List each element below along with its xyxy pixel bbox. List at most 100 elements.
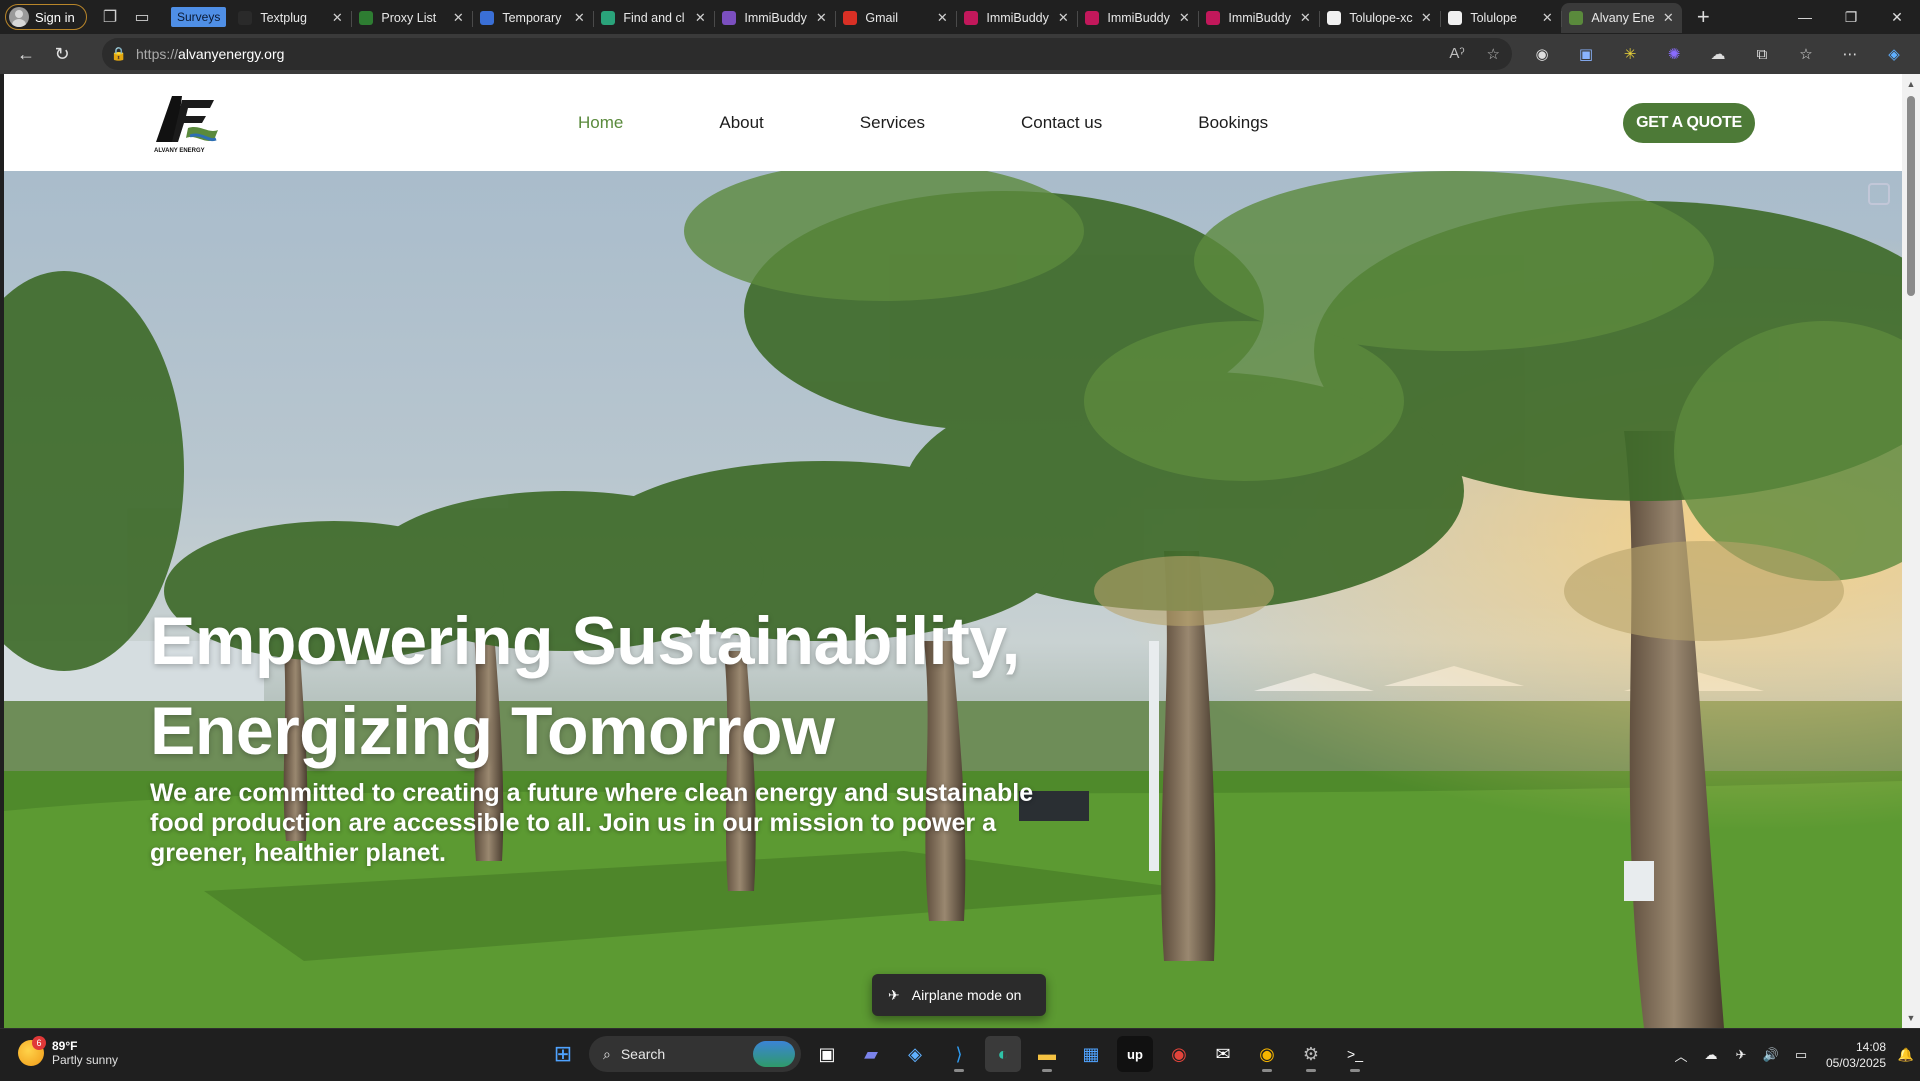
browser-tab[interactable]: ImmiBuddy ✕	[1198, 3, 1319, 33]
search-label: Search	[620, 1046, 666, 1062]
edge-browser-icon[interactable]: ◐	[985, 1036, 1021, 1072]
favorites-icon[interactable]: ☆	[1784, 34, 1828, 74]
start-windows-icon[interactable]: ⊞	[545, 1036, 581, 1072]
tab-surveys[interactable]: Surveys	[171, 7, 227, 27]
address-bar[interactable]: 🔒 https://alvanyenergy.org A͏ˀ ☆	[102, 38, 1512, 70]
nav-contact[interactable]: Contact us	[1021, 113, 1102, 133]
chrome-profile-icon[interactable]: ◉	[1249, 1036, 1285, 1072]
extensions-row: ◉ ▣ ✳ ✺ ☁ ⧉ ☆ ⋯ ◈	[1520, 34, 1916, 74]
extension-purple-icon[interactable]: ✺	[1652, 34, 1696, 74]
tab-favicon-icon	[722, 11, 737, 25]
browser-tab[interactable]: Proxy List ✕	[351, 3, 472, 33]
close-tab-icon[interactable]: ✕	[1539, 10, 1555, 26]
airplane-mode-toast: ✈ Airplane mode on	[872, 974, 1046, 1016]
close-tab-icon[interactable]: ✕	[1660, 10, 1676, 26]
nav-about[interactable]: About	[719, 113, 763, 133]
browser-tab[interactable]: Find and cl ✕	[593, 3, 714, 33]
browser-tab[interactable]: ImmiBuddy ✕	[714, 3, 835, 33]
browser-tab[interactable]: Temporary ✕	[472, 3, 593, 33]
tab-title: ImmiBuddy	[744, 11, 807, 25]
airplane-icon: ✈	[888, 986, 900, 1003]
close-tab-icon[interactable]: ✕	[934, 10, 950, 26]
scroll-down-arrow-icon[interactable]: ▼	[1902, 1010, 1920, 1026]
extensions-puzzle-icon[interactable]: ⧉	[1740, 34, 1784, 74]
taskbar-search[interactable]: ⌕ Search	[589, 1036, 801, 1072]
browser-tab[interactable]: Alvany Ene ✕	[1561, 3, 1683, 33]
terminal-icon[interactable]: >_	[1337, 1036, 1373, 1072]
page-scrollbar[interactable]: ▲ ▼	[1902, 74, 1920, 1028]
settings-more-icon[interactable]: ⋯	[1828, 34, 1872, 74]
file-explorer-icon[interactable]: ▬	[1029, 1036, 1065, 1072]
close-tab-icon[interactable]: ✕	[329, 10, 345, 26]
minimize-button[interactable]: —	[1782, 0, 1828, 34]
copilot-taskbar-icon[interactable]: ◈	[897, 1036, 933, 1072]
tab-title: ImmiBuddy	[1228, 11, 1291, 25]
visual-search-icon[interactable]	[1868, 183, 1890, 205]
extension-circle-icon[interactable]: ◉	[1520, 34, 1564, 74]
extension-cloud-icon[interactable]: ☁	[1696, 34, 1740, 74]
tab-favicon-icon	[480, 11, 495, 25]
window-controls: — ❐ ✕	[1782, 0, 1920, 34]
close-tab-icon[interactable]: ✕	[571, 10, 587, 26]
tab-actions-icon[interactable]: ▭	[127, 2, 157, 32]
nav-home[interactable]: Home	[578, 113, 623, 133]
upwork-icon[interactable]: up	[1117, 1036, 1153, 1072]
alvany-energy-logo[interactable]: ALVANY ENERGY	[152, 90, 222, 154]
search-icon: ⌕	[603, 1045, 611, 1062]
read-aloud-icon[interactable]: A͏ˀ	[1449, 45, 1464, 63]
battery-icon[interactable]: ▭	[1786, 1047, 1816, 1063]
tab-favicon-icon	[359, 11, 374, 25]
browser-tab[interactable]: ImmiBuddy ✕	[956, 3, 1077, 33]
tab-favicon-icon	[1085, 11, 1100, 25]
clock-date: 05/03/2025	[1825, 1056, 1886, 1070]
nav-services[interactable]: Services	[860, 113, 925, 133]
close-tab-icon[interactable]: ✕	[692, 10, 708, 26]
onedrive-cloud-icon[interactable]: ☁	[1696, 1047, 1726, 1063]
teams-chat-icon[interactable]: ▰	[853, 1036, 889, 1072]
vscode-icon[interactable]: ⟩	[941, 1036, 977, 1072]
tab-title: Tolulope	[1470, 11, 1517, 25]
close-tab-icon[interactable]: ✕	[1055, 10, 1071, 26]
browser-tab[interactable]: Gmail ✕	[835, 3, 956, 33]
new-tab-button[interactable]: +	[1688, 2, 1718, 32]
nav-bookings[interactable]: Bookings	[1198, 113, 1268, 133]
close-tab-icon[interactable]: ✕	[450, 10, 466, 26]
signin-button[interactable]: Sign in	[5, 4, 87, 30]
extension-yellow-icon[interactable]: ✳	[1608, 34, 1652, 74]
notifications-bell-icon[interactable]: 🔔	[1892, 1047, 1920, 1063]
browser-tab[interactable]: Tolulope-xc ✕	[1319, 3, 1440, 33]
airplane-mode-icon[interactable]: ✈	[1726, 1047, 1756, 1063]
refresh-button[interactable]: ↻	[44, 38, 80, 70]
scroll-up-arrow-icon[interactable]: ▲	[1902, 76, 1920, 92]
close-tab-icon[interactable]: ✕	[1418, 10, 1434, 26]
taskbar-clock[interactable]: 14:08 05/03/2025	[1816, 1039, 1892, 1071]
microsoft-store-icon[interactable]: ▦	[1073, 1036, 1109, 1072]
weather-widget[interactable]: 6 89°F Partly sunny	[18, 1036, 119, 1067]
hero-title: Empowering Sustainability, Energizing To…	[150, 596, 1110, 776]
settings-gear-icon[interactable]: ⚙	[1293, 1036, 1329, 1072]
browser-tab[interactable]: Tolulope ✕	[1440, 3, 1561, 33]
favorite-star-icon[interactable]: ☆	[1487, 45, 1500, 63]
back-button[interactable]: ←	[8, 38, 44, 70]
scroll-thumb[interactable]	[1907, 96, 1915, 296]
extension-screen-icon[interactable]: ▣	[1564, 34, 1608, 74]
mail-icon[interactable]: ✉	[1205, 1036, 1241, 1072]
copilot-icon[interactable]: ◈	[1872, 34, 1916, 74]
weather-badge: 6	[32, 1036, 46, 1050]
get-a-quote-button[interactable]: GET A QUOTE	[1623, 103, 1755, 143]
close-tab-icon[interactable]: ✕	[1176, 10, 1192, 26]
close-tab-icon[interactable]: ✕	[813, 10, 829, 26]
browser-toolbar: ← ↻ 🔒 https://alvanyenergy.org A͏ˀ ☆ ◉ ▣…	[0, 34, 1920, 74]
workspaces-icon[interactable]: ❐	[95, 2, 125, 32]
browser-tab[interactable]: ImmiBuddy ✕	[1077, 3, 1198, 33]
task-view-icon[interactable]: ▣	[809, 1036, 845, 1072]
taskbar-apps: ⊞ ⌕ Search ▣ ▰ ◈ ⟩ ◐ ▬ ▦ up ◉ ✉ ◉ ⚙ >_	[545, 1036, 1373, 1072]
restore-button[interactable]: ❐	[1828, 0, 1874, 34]
browser-tab[interactable]: Textplug ✕	[230, 3, 351, 33]
chrome-icon[interactable]: ◉	[1161, 1036, 1197, 1072]
volume-icon[interactable]: 🔊	[1756, 1047, 1786, 1063]
close-tab-icon[interactable]: ✕	[1297, 10, 1313, 26]
close-window-button[interactable]: ✕	[1874, 0, 1920, 34]
show-hidden-icons-chevron-icon[interactable]: ︿	[1666, 1046, 1696, 1065]
weather-condition: Partly sunny	[52, 1053, 119, 1067]
